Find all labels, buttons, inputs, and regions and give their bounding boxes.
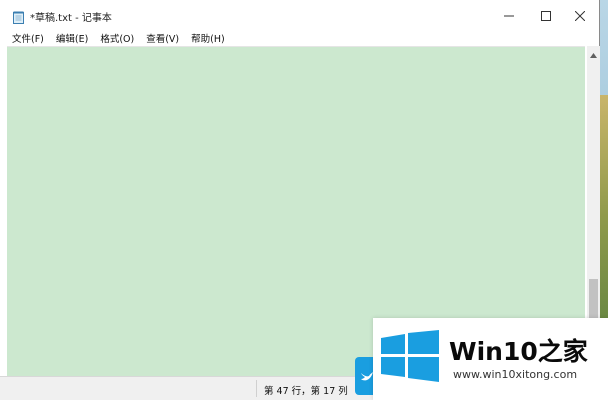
watermark-url: www.win10xitong.com bbox=[453, 368, 578, 381]
windows-logo-icon bbox=[381, 330, 439, 382]
minimize-icon bbox=[504, 6, 514, 25]
menu-view[interactable]: 查看(V) bbox=[146, 31, 179, 45]
notepad-icon bbox=[13, 9, 24, 24]
bird-icon bbox=[360, 367, 374, 386]
title-bar[interactable]: *草稿.txt - 记事本 bbox=[0, 0, 600, 30]
close-button[interactable] bbox=[560, 0, 600, 30]
window-title: *草稿.txt - 记事本 bbox=[30, 13, 112, 24]
menu-edit[interactable]: 编辑(E) bbox=[56, 31, 88, 45]
watermark-banner: Win10之家 www.win10xitong.com bbox=[373, 318, 608, 400]
menu-file[interactable]: 文件(F) bbox=[12, 31, 44, 45]
watermark-brand: Win10之家 bbox=[449, 332, 588, 368]
close-icon bbox=[574, 6, 586, 25]
status-divider bbox=[256, 380, 257, 397]
maximize-icon bbox=[541, 6, 551, 25]
menu-help[interactable]: 帮助(H) bbox=[191, 31, 225, 45]
menu-format[interactable]: 格式(O) bbox=[100, 31, 134, 45]
cursor-position: 第 47 行，第 17 列 bbox=[264, 386, 348, 397]
menu-bar: 文件(F) 编辑(E) 格式(O) 查看(V) 帮助(H) bbox=[0, 30, 600, 46]
watermark-brand-latin: Win10 bbox=[449, 337, 538, 366]
scroll-up-button[interactable] bbox=[587, 46, 600, 59]
scroll-up-icon bbox=[590, 43, 597, 62]
watermark-brand-cn: 之家 bbox=[537, 337, 588, 366]
